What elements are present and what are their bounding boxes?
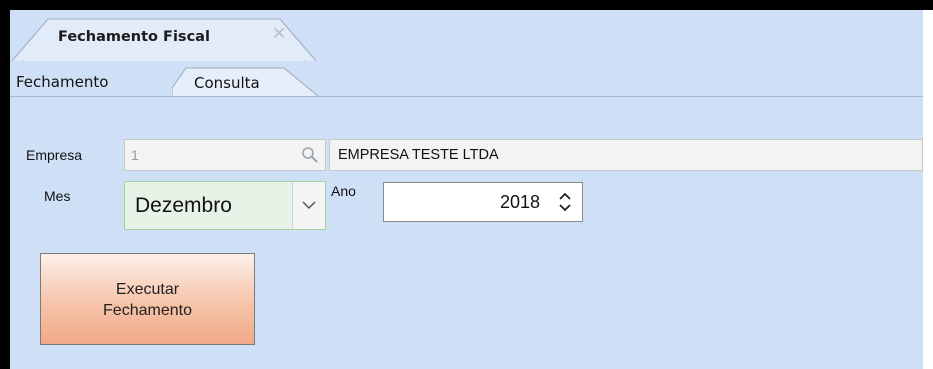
empresa-name-field[interactable]: EMPRESA TESTE LTDA: [329, 139, 923, 171]
tab-fechamento[interactable]: Fechamento: [13, 66, 178, 96]
chevron-down-icon: [302, 201, 316, 210]
tab-strip-divider: [10, 96, 923, 97]
tab-consulta[interactable]: Consulta: [172, 66, 322, 96]
frame-edge-right: [923, 10, 933, 369]
mes-label: Mes: [44, 188, 71, 204]
spin-updown-icon[interactable]: [558, 191, 572, 213]
tab-fechamento-label: Fechamento: [16, 73, 109, 91]
tab-consulta-label: Consulta: [194, 74, 260, 92]
frame-border-top: [0, 0, 933, 10]
mes-select[interactable]: Dezembro: [124, 181, 326, 230]
empresa-code-field[interactable]: 1: [124, 139, 326, 171]
document-tab-title: Fechamento Fiscal: [58, 29, 210, 45]
executar-fechamento-label-line2: Fechamento: [103, 302, 192, 319]
document-tab-fechamento-fiscal[interactable]: Fechamento Fiscal ✕: [12, 17, 317, 62]
close-icon[interactable]: ✕: [272, 24, 286, 44]
ano-label: Ano: [331, 183, 356, 199]
window-frame: Fechamento Fiscal ✕ Fechamento Consulta …: [0, 0, 933, 369]
mes-value: Dezembro: [135, 194, 232, 217]
search-icon[interactable]: [301, 146, 319, 164]
frame-border-left: [0, 0, 10, 369]
empresa-code-value: 1: [131, 147, 139, 163]
empresa-name-value: EMPRESA TESTE LTDA: [338, 147, 499, 163]
empresa-label: Empresa: [26, 147, 83, 163]
mes-dropdown-button[interactable]: [292, 182, 325, 229]
executar-fechamento-label-line1: Executar: [115, 281, 180, 298]
ano-value: 2018: [499, 192, 540, 212]
ano-spinner[interactable]: 2018: [383, 182, 583, 222]
executar-fechamento-button[interactable]: Executar Fechamento: [40, 253, 255, 345]
